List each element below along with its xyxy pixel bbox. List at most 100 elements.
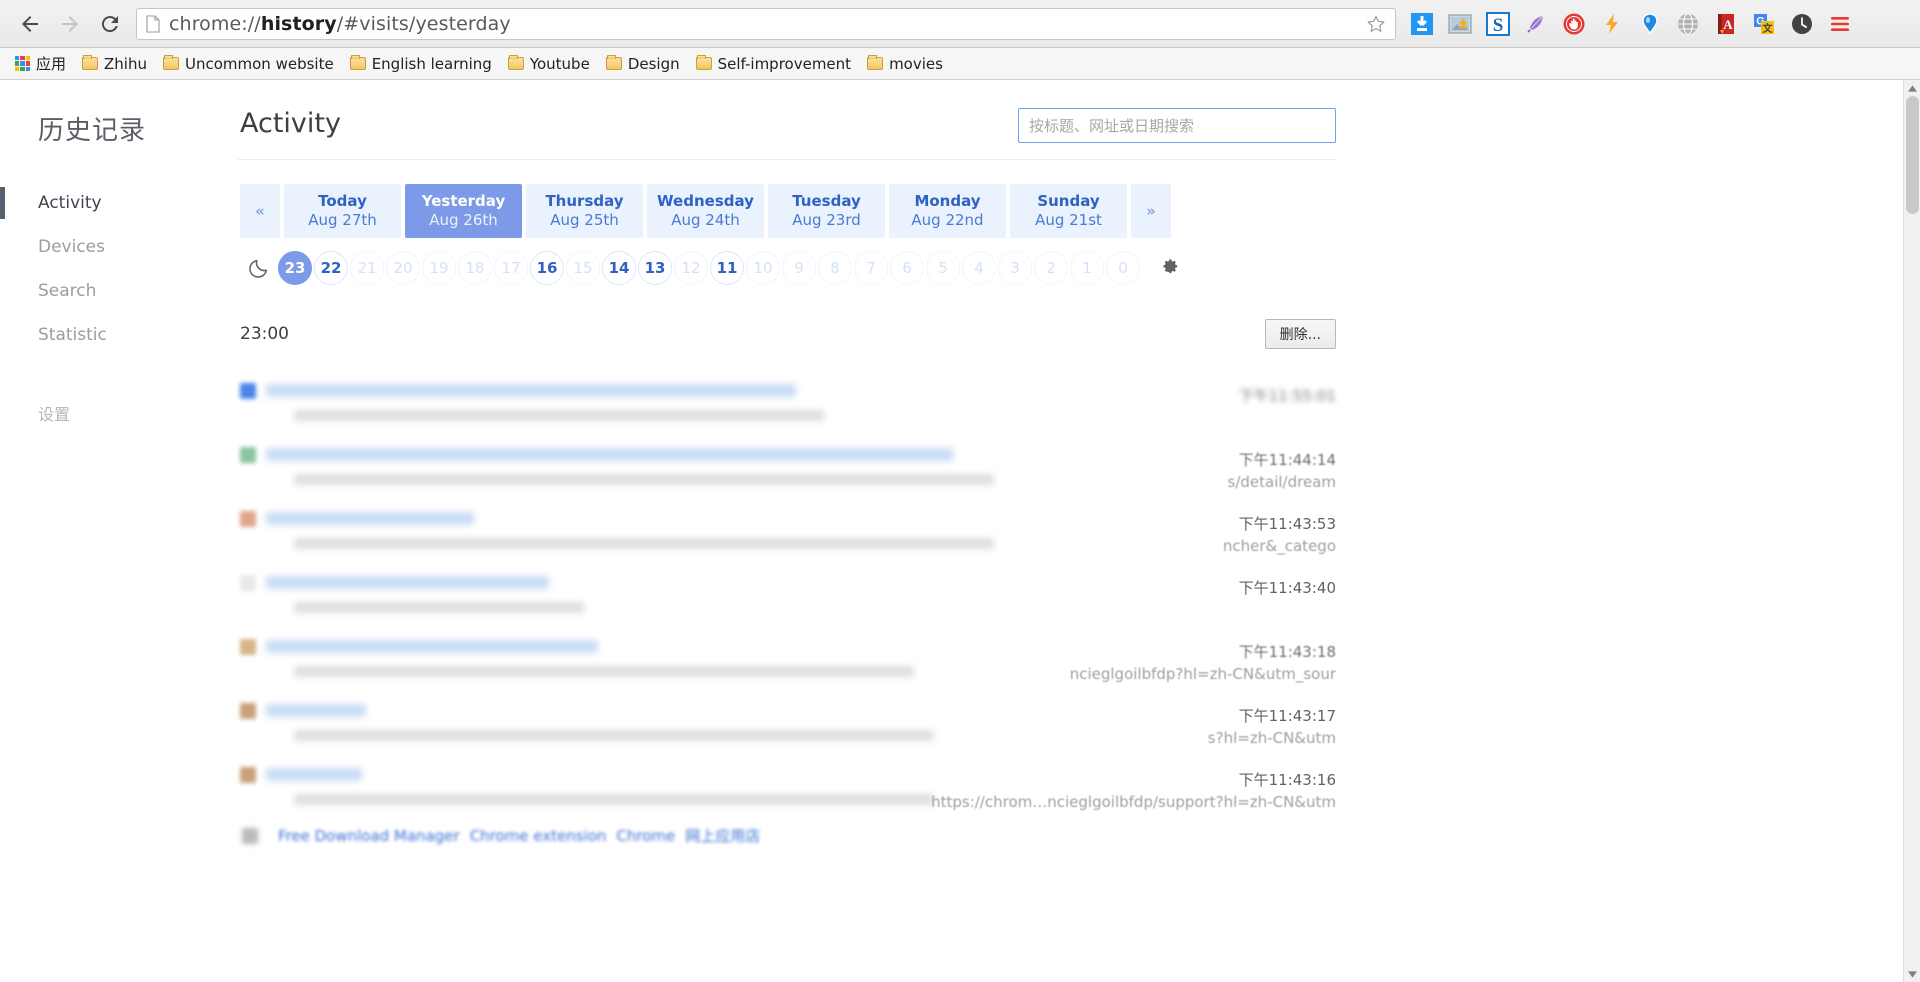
history-entry-row[interactable]: https://chrom…ncieglgoilbfdp/support?hl=… [240, 759, 1336, 823]
hour-chip-5[interactable]: 5 [926, 251, 960, 285]
sidebar-item-activity[interactable]: Activity [0, 181, 230, 225]
chrome-menu-icon [1831, 16, 1849, 31]
bookmark-star-icon[interactable] [1365, 13, 1387, 35]
adblock-extension-icon[interactable] [1556, 6, 1592, 42]
balloon-extension-icon[interactable] [1632, 6, 1668, 42]
sidebar-item-devices[interactable]: Devices [0, 225, 230, 269]
day-tab-tuesday[interactable]: Tuesday Aug 23rd [768, 184, 885, 238]
day-tab-thursday[interactable]: Thursday Aug 25th [526, 184, 643, 238]
day-tab-date: Aug 24th [671, 211, 740, 229]
hour-chip-11[interactable]: 11 [710, 251, 744, 285]
hour-chip-13[interactable]: 13 [638, 251, 672, 285]
day-tabs-next-button[interactable]: » [1131, 184, 1171, 238]
history-entry-title[interactable] [266, 576, 549, 589]
day-tab-sunday[interactable]: Sunday Aug 21st [1010, 184, 1127, 238]
feather-extension-icon[interactable] [1518, 6, 1554, 42]
bookmark-item-movies[interactable]: movies [860, 52, 950, 76]
folder-icon [349, 55, 366, 70]
scroll-up-arrow-icon[interactable] [1904, 80, 1920, 96]
bookmark-item-zhihu[interactable]: Zhihu [75, 52, 154, 76]
history-entry-title[interactable] [266, 704, 366, 717]
clock-extension-icon[interactable] [1784, 6, 1820, 42]
history-entry-title[interactable] [266, 768, 362, 781]
history-entry-title[interactable] [266, 448, 953, 461]
day-tab-date: Aug 26th [429, 211, 498, 229]
page-scrollbar[interactable] [1903, 80, 1920, 982]
svg-text:文: 文 [1763, 22, 1774, 35]
hour-chip-6[interactable]: 6 [890, 251, 924, 285]
history-entry-row[interactable]: 下午11:43:40 [240, 567, 1336, 631]
day-tab-yesterday[interactable]: Yesterday Aug 26th [405, 184, 522, 238]
history-entry-title[interactable]: Free Download Manager [278, 827, 460, 845]
google-translate-extension-icon[interactable]: G 文 [1746, 6, 1782, 42]
hour-chip-3[interactable]: 3 [998, 251, 1032, 285]
history-entry-url [294, 666, 914, 677]
hour-chip-7[interactable]: 7 [854, 251, 888, 285]
history-entry-title[interactable]: Chrome extension [470, 827, 607, 845]
history-entry-url-text: s?hl=zh-CN&utm [1207, 729, 1336, 747]
hour-chip-8[interactable]: 8 [818, 251, 852, 285]
day-tabs-prev-button[interactable]: « [240, 184, 280, 238]
history-entry-title[interactable] [266, 512, 474, 525]
hour-chip-21[interactable]: 21 [350, 251, 384, 285]
sidebar-item-settings[interactable]: 设置 [0, 393, 230, 433]
back-button[interactable] [10, 4, 50, 44]
history-entry-title[interactable] [266, 384, 796, 397]
hour-chip-14[interactable]: 14 [602, 251, 636, 285]
hour-chip-19[interactable]: 19 [422, 251, 456, 285]
history-entry-title[interactable]: 网上应用店 [685, 825, 760, 846]
hour-chip-2[interactable]: 2 [1034, 251, 1068, 285]
history-entry-row[interactable]: 下午11:55:01 [240, 375, 1336, 439]
history-entry-row[interactable]: s/detail/dream 下午11:44:14 [240, 439, 1336, 503]
dictionary-extension-icon[interactable]: A [1708, 6, 1744, 42]
bookmark-apps[interactable]: 应用 [8, 50, 73, 77]
history-entry-row[interactable]: Free Download Manager Chrome extension Chr… [240, 823, 1336, 846]
day-tab-monday[interactable]: Monday Aug 22nd [889, 184, 1006, 238]
address-bar[interactable]: chrome://history/#visits/yesterday [136, 7, 1396, 40]
bookmark-item-self-improvement[interactable]: Self-improvement [689, 52, 858, 76]
hour-chip-16[interactable]: 16 [530, 251, 564, 285]
bookmark-item-uncommon-website[interactable]: Uncommon website [156, 52, 341, 76]
history-entry-row[interactable]: ncher&_catego 下午11:43:53 [240, 503, 1336, 567]
day-tab-today[interactable]: Today Aug 27th [284, 184, 401, 238]
scroll-down-arrow-icon[interactable] [1904, 966, 1920, 982]
bookmark-item-design[interactable]: Design [599, 52, 687, 76]
lightning-extension-icon[interactable] [1594, 6, 1630, 42]
bookmark-label: English learning [371, 54, 492, 73]
hour-chip-12[interactable]: 12 [674, 251, 708, 285]
sidebar-item-statistic[interactable]: Statistic [0, 313, 230, 357]
history-entry-row[interactable]: s?hl=zh-CN&utm 下午11:43:17 [240, 695, 1336, 759]
sidebar-item-search[interactable]: Search [0, 269, 230, 313]
hour-chip-10[interactable]: 10 [746, 251, 780, 285]
reload-button[interactable] [90, 4, 130, 44]
globe-extension-icon[interactable] [1670, 6, 1706, 42]
forward-button[interactable] [50, 4, 90, 44]
scrollbar-thumb[interactable] [1906, 96, 1919, 214]
history-entry-title[interactable] [266, 640, 598, 653]
s-extension-icon[interactable]: S [1480, 6, 1516, 42]
hour-chip-1[interactable]: 1 [1070, 251, 1104, 285]
image-download-extension-icon[interactable] [1442, 6, 1478, 42]
history-entry-time: 下午11:43:18 [1238, 643, 1336, 661]
hour-chip-17[interactable]: 17 [494, 251, 528, 285]
hour-chip-9[interactable]: 9 [782, 251, 816, 285]
history-entry-row[interactable]: ncieglgoilbfdp?hl=zh-CN&utm_sour 下午11:43:… [240, 631, 1336, 695]
bookmark-item-english-learning[interactable]: English learning [343, 52, 499, 76]
chrome-menu-button[interactable] [1822, 6, 1858, 42]
bookmark-item-youtube[interactable]: Youtube [501, 52, 597, 76]
hour-chip-0[interactable]: 0 [1106, 251, 1140, 285]
hour-chip-4[interactable]: 4 [962, 251, 996, 285]
downloads-extension-icon[interactable] [1404, 6, 1440, 42]
hour-chip-22[interactable]: 22 [314, 251, 348, 285]
hour-chip-23[interactable]: 23 [278, 251, 312, 285]
delete-button[interactable]: 删除... [1264, 319, 1336, 349]
hour-chip-15[interactable]: 15 [566, 251, 600, 285]
history-entry-title[interactable]: Chrome [616, 827, 675, 845]
history-entry-time: 下午11:55:01 [1238, 387, 1336, 405]
hour-chip-18[interactable]: 18 [458, 251, 492, 285]
day-tab-wednesday[interactable]: Wednesday Aug 24th [647, 184, 764, 238]
hour-settings-button[interactable] [1150, 251, 1186, 285]
history-entry-url-text: ncieglgoilbfdp?hl=zh-CN&utm_sour [1069, 665, 1336, 683]
search-input[interactable] [1018, 108, 1336, 143]
hour-chip-20[interactable]: 20 [386, 251, 420, 285]
